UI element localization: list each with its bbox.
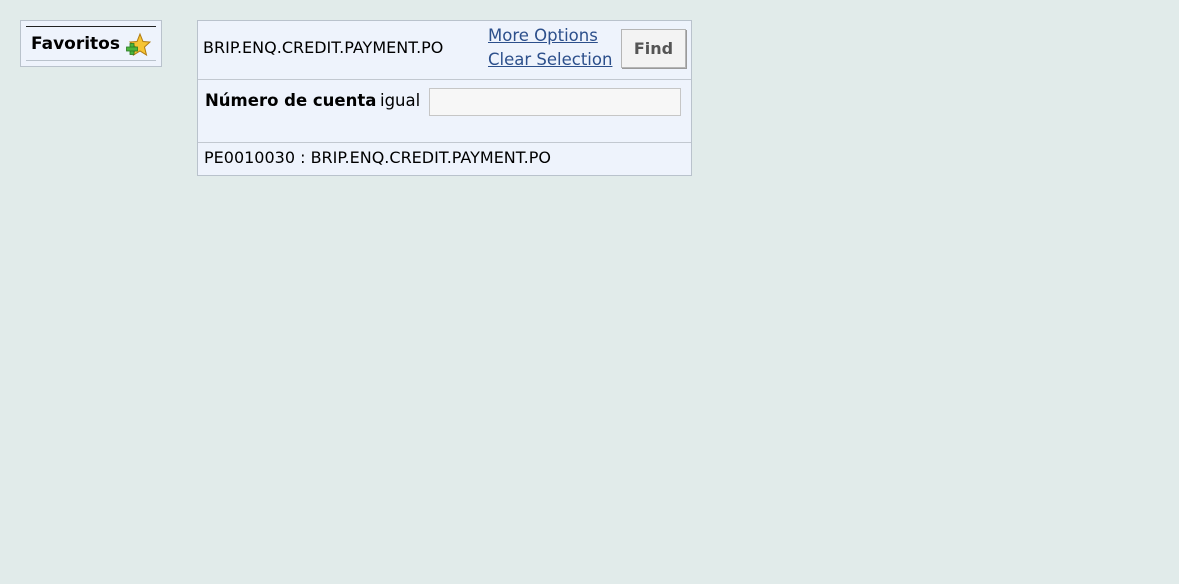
favorites-label: Favoritos bbox=[31, 34, 120, 54]
favorites-header: Favoritos bbox=[26, 26, 156, 61]
account-number-input[interactable] bbox=[429, 88, 681, 116]
enquiry-id-footer: PE0010030 : BRIP.ENQ.CREDIT.PAYMENT.PO bbox=[204, 148, 551, 167]
enquiry-selection-panel: BRIP.ENQ.CREDIT.PAYMENT.PO More Options … bbox=[197, 20, 692, 176]
criteria-operator-label: igual bbox=[380, 91, 421, 110]
header-divider bbox=[198, 79, 691, 80]
find-button[interactable]: Find bbox=[621, 29, 686, 68]
add-favorite-star-icon[interactable] bbox=[125, 32, 152, 58]
enquiry-name: BRIP.ENQ.CREDIT.PAYMENT.PO bbox=[203, 38, 444, 57]
favorites-panel: Favoritos bbox=[20, 20, 162, 67]
footer-divider bbox=[198, 142, 691, 143]
criteria-field-label: Número de cuenta bbox=[205, 91, 377, 110]
more-options-link[interactable]: More Options bbox=[488, 26, 598, 45]
clear-selection-link[interactable]: Clear Selection bbox=[488, 50, 612, 69]
